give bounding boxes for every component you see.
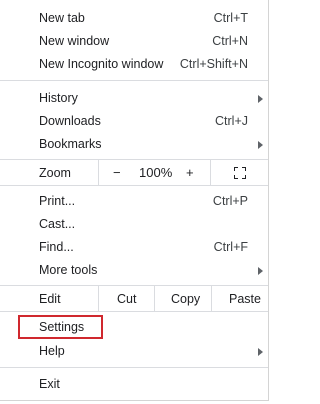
menu-item-label: More tools — [39, 263, 98, 277]
menu-item-label: New Incognito window — [39, 57, 164, 71]
menu-item-label: New tab — [39, 11, 85, 25]
menu-item-shortcut: Ctrl+Shift+N — [179, 57, 248, 71]
browser-menu: New tab Ctrl+T New window Ctrl+N New Inc… — [0, 0, 269, 401]
menu-item-label: Downloads — [39, 114, 101, 128]
menu-item-print[interactable]: Print... Ctrl+P — [0, 190, 268, 213]
fullscreen-button[interactable] — [210, 160, 268, 185]
edit-label: Edit — [39, 292, 61, 306]
settings-highlight-box — [18, 315, 103, 339]
fullscreen-icon — [234, 167, 246, 179]
menu-item-new-window[interactable]: New window Ctrl+N — [0, 30, 268, 53]
menu-item-exit[interactable]: Exit — [0, 373, 268, 396]
menu-item-label: Print... — [39, 194, 76, 208]
menu-item-new-incognito-window[interactable]: New Incognito window Ctrl+Shift+N — [0, 53, 268, 76]
menu-item-more-tools[interactable]: More tools — [0, 259, 268, 282]
zoom-level: 100% — [139, 165, 173, 180]
zoom-out-button[interactable]: − — [113, 165, 121, 180]
menu-item-shortcut: Ctrl+P — [212, 194, 248, 208]
menu-item-downloads[interactable]: Downloads Ctrl+J — [0, 110, 268, 133]
cut-label: Cut — [117, 292, 137, 306]
chevron-right-icon — [258, 267, 263, 275]
menu-item-label: Help — [39, 344, 65, 358]
menu-item-cast[interactable]: Cast... — [0, 213, 268, 236]
chevron-right-icon — [258, 348, 263, 356]
menu-item-shortcut: Ctrl+F — [213, 240, 248, 254]
edit-row: Edit Cut Copy Paste — [0, 285, 268, 312]
menu-item-label: History — [39, 91, 78, 105]
chevron-right-icon — [258, 141, 263, 149]
menu-item-label: Cast... — [39, 217, 76, 231]
menu-separator — [0, 367, 268, 368]
menu-item-new-tab[interactable]: New tab Ctrl+T — [0, 7, 268, 30]
menu-item-help[interactable]: Help — [0, 340, 268, 363]
menu-item-shortcut: Ctrl+J — [215, 114, 248, 128]
zoom-label: Zoom — [39, 166, 71, 180]
menu-item-shortcut: Ctrl+T — [213, 11, 248, 25]
chevron-right-icon — [258, 95, 263, 103]
menu-item-bookmarks[interactable]: Bookmarks — [0, 133, 268, 156]
menu-item-label: New window — [39, 34, 110, 48]
copy-label: Copy — [171, 292, 201, 306]
cut-button[interactable]: Cut — [98, 286, 154, 311]
zoom-in-button[interactable]: + — [186, 165, 194, 180]
menu-item-label: Exit — [39, 377, 60, 391]
copy-button[interactable]: Copy — [154, 286, 211, 311]
zoom-row: Zoom − 100% + — [0, 159, 268, 186]
menu-item-label: Bookmarks — [39, 137, 102, 151]
menu-item-history[interactable]: History — [0, 87, 268, 110]
menu-item-label: Find... — [39, 240, 74, 254]
paste-button[interactable]: Paste — [211, 286, 268, 311]
menu-item-shortcut: Ctrl+N — [212, 34, 248, 48]
menu-item-find[interactable]: Find... Ctrl+F — [0, 236, 268, 259]
paste-label: Paste — [229, 292, 261, 306]
menu-separator — [0, 80, 268, 81]
